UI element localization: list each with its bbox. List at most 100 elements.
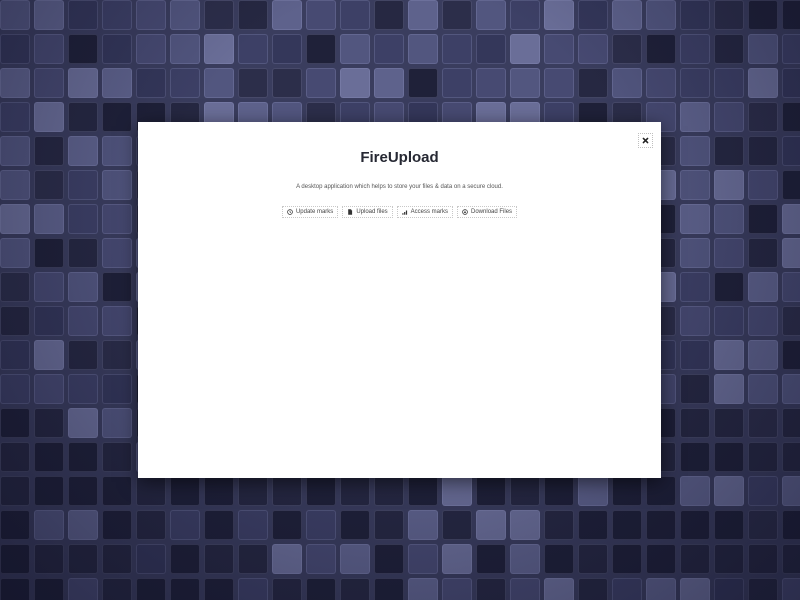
background-tile (476, 68, 506, 98)
upload-files-button[interactable]: Upload files (342, 206, 393, 218)
background-tile (102, 272, 132, 302)
background-tile (442, 0, 472, 30)
background-tile (714, 510, 744, 540)
access-marks-button[interactable]: Access marks (396, 206, 454, 218)
background-tile (544, 34, 574, 64)
background-tile (0, 578, 30, 600)
background-tile (68, 408, 98, 438)
background-tile (204, 34, 234, 64)
background-tile (170, 578, 200, 600)
background-tile (170, 68, 200, 98)
background-tile (442, 68, 472, 98)
background-tile (782, 34, 800, 64)
background-tile (102, 442, 132, 472)
background-tile (238, 0, 268, 30)
background-tile (102, 340, 132, 370)
background-tile (68, 204, 98, 234)
background-tile (34, 136, 64, 166)
background-tile (510, 476, 540, 506)
background-tile (714, 204, 744, 234)
background-tile (0, 136, 30, 166)
background-tile (544, 510, 574, 540)
download-icon (462, 209, 468, 215)
background-tile (68, 238, 98, 268)
background-tile (578, 34, 608, 64)
background-tile (170, 510, 200, 540)
background-tile (272, 544, 302, 574)
background-tile (102, 238, 132, 268)
background-tile (68, 578, 98, 600)
background-tile (68, 510, 98, 540)
update-marks-label: Update marks (295, 209, 334, 215)
background-tile (782, 544, 800, 574)
background-tile (68, 136, 98, 166)
background-tile (0, 476, 30, 506)
background-tile (578, 578, 608, 600)
background-tile (510, 68, 540, 98)
background-tile (748, 102, 778, 132)
background-tile (170, 476, 200, 506)
background-tile (136, 34, 166, 64)
background-tile (748, 374, 778, 404)
background-tile (374, 510, 404, 540)
background-tile (374, 68, 404, 98)
background-tile (306, 34, 336, 64)
background-tile (68, 68, 98, 98)
background-tile (714, 170, 744, 200)
background-tile (102, 68, 132, 98)
background-tile (714, 68, 744, 98)
background-tile (306, 68, 336, 98)
background-tile (0, 340, 30, 370)
background-tile (340, 510, 370, 540)
dialog-title: FireUpload (360, 149, 439, 166)
background-tile (34, 374, 64, 404)
background-tile (34, 442, 64, 472)
background-tile (408, 0, 438, 30)
background-tile (272, 510, 302, 540)
file-icon (348, 209, 353, 215)
background-tile (68, 272, 98, 302)
background-tile (340, 578, 370, 600)
background-tile (136, 476, 166, 506)
background-tile (782, 136, 800, 166)
background-tile (680, 374, 710, 404)
background-tile (714, 340, 744, 370)
close-button[interactable] (638, 133, 653, 148)
background-tile (170, 34, 200, 64)
background-tile (782, 102, 800, 132)
background-tile (442, 510, 472, 540)
background-tile (612, 544, 642, 574)
background-tile (714, 374, 744, 404)
background-tile (238, 34, 268, 64)
background-tile (646, 0, 676, 30)
background-tile (714, 408, 744, 438)
background-tile (136, 510, 166, 540)
background-tile (136, 0, 166, 30)
background-tile (0, 102, 30, 132)
background-tile (544, 578, 574, 600)
background-tile (714, 272, 744, 302)
background-tile (68, 544, 98, 574)
background-tile (102, 136, 132, 166)
background-tile (204, 578, 234, 600)
background-tile (748, 306, 778, 336)
download-files-button[interactable]: Download Files (457, 206, 518, 218)
background-tile (680, 238, 710, 268)
background-tile (102, 374, 132, 404)
update-marks-button[interactable]: Update marks (281, 206, 339, 218)
background-tile (782, 510, 800, 540)
background-tile (646, 34, 676, 64)
background-tile (0, 442, 30, 472)
background-tile (612, 34, 642, 64)
background-tile (0, 272, 30, 302)
background-tile (0, 408, 30, 438)
background-tile (0, 170, 30, 200)
background-tile (68, 306, 98, 336)
background-tile (680, 136, 710, 166)
background-tile (680, 68, 710, 98)
background-tile (510, 0, 540, 30)
background-tile (306, 578, 336, 600)
background-tile (612, 578, 642, 600)
background-tile (34, 306, 64, 336)
background-tile (374, 578, 404, 600)
